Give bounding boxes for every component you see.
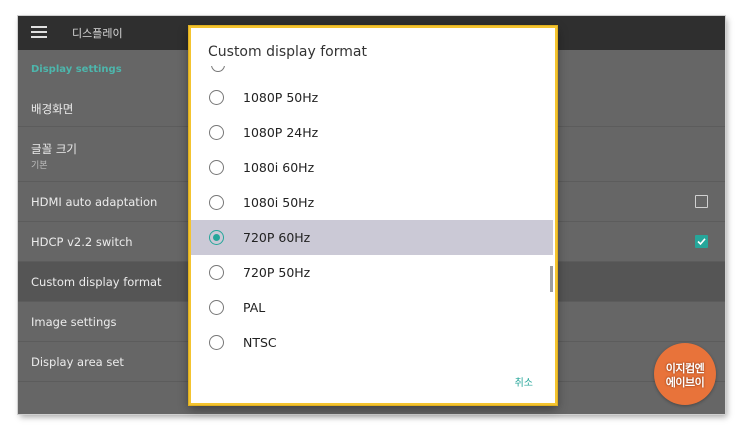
radio-button-selected[interactable] [209,230,224,245]
hdmi-auto-adaptation-checkbox[interactable] [695,195,708,208]
dialog-title: Custom display format [208,44,367,60]
settings-item-label: 배경화면 [31,102,74,116]
option-label: PAL [243,300,266,315]
section-title: Display settings [31,64,122,75]
option-1080p-50hz[interactable]: 1080P 50Hz [191,80,553,115]
radio-button[interactable] [209,195,224,210]
screenshot-frame: 디스플레이 Display settings 배경화면 글꼴 크기 기본 HDM… [0,0,743,430]
checkmark-icon [697,238,706,246]
settings-item-label: Custom display format [31,275,162,289]
option-ntsc[interactable]: NTSC [191,325,553,360]
radio-button[interactable] [209,335,224,350]
radio-button[interactable] [209,90,224,105]
watermark-line-2: 에이브이 [665,376,705,389]
option-720p-50hz[interactable]: 720P 50Hz [191,255,553,290]
watermark-badge: 이지컴엔 에이브이 [654,343,716,405]
app-bar-title: 디스플레이 [72,27,123,40]
hdcp-switch-checkbox[interactable] [695,235,708,248]
custom-display-format-dialog: Custom display format 1080P 50Hz 1080P 2… [189,26,557,405]
option-label: NTSC [243,335,277,350]
settings-item-sublabel: 기본 [31,161,48,171]
radio-button[interactable] [209,125,224,140]
list-scrollbar[interactable] [550,266,553,292]
radio-button[interactable] [211,66,225,72]
option-1080i-50hz[interactable]: 1080i 50Hz [191,185,553,220]
cancel-button[interactable]: 취소 [515,374,533,389]
settings-item-label: HDCP v2.2 switch [31,235,133,249]
hamburger-menu-icon[interactable] [31,26,47,40]
option-label: 720P 50Hz [243,265,311,280]
option-label: 1080i 50Hz [243,195,315,210]
option-label: 1080P 50Hz [243,90,319,105]
settings-item-label: 글꼴 크기 [31,142,77,156]
option-pal[interactable]: PAL [191,290,553,325]
option-label: 1080P 24Hz [243,125,319,140]
radio-button[interactable] [209,265,224,280]
option-1080p-24hz[interactable]: 1080P 24Hz [191,115,553,150]
settings-item-label: HDMI auto adaptation [31,195,158,209]
option-1080i-60hz[interactable]: 1080i 60Hz [191,150,553,185]
option-720p-60hz[interactable]: 720P 60Hz [191,220,553,255]
display-format-list[interactable]: 1080P 50Hz 1080P 24Hz 1080i 60Hz 1080i 5… [191,66,555,362]
option-label: 1080i 60Hz [243,160,315,175]
radio-button[interactable] [209,300,224,315]
radio-button[interactable] [209,160,224,175]
option-label: 720P 60Hz [243,230,311,245]
settings-item-label: Display area set [31,355,124,369]
settings-item-label: Image settings [31,315,117,329]
